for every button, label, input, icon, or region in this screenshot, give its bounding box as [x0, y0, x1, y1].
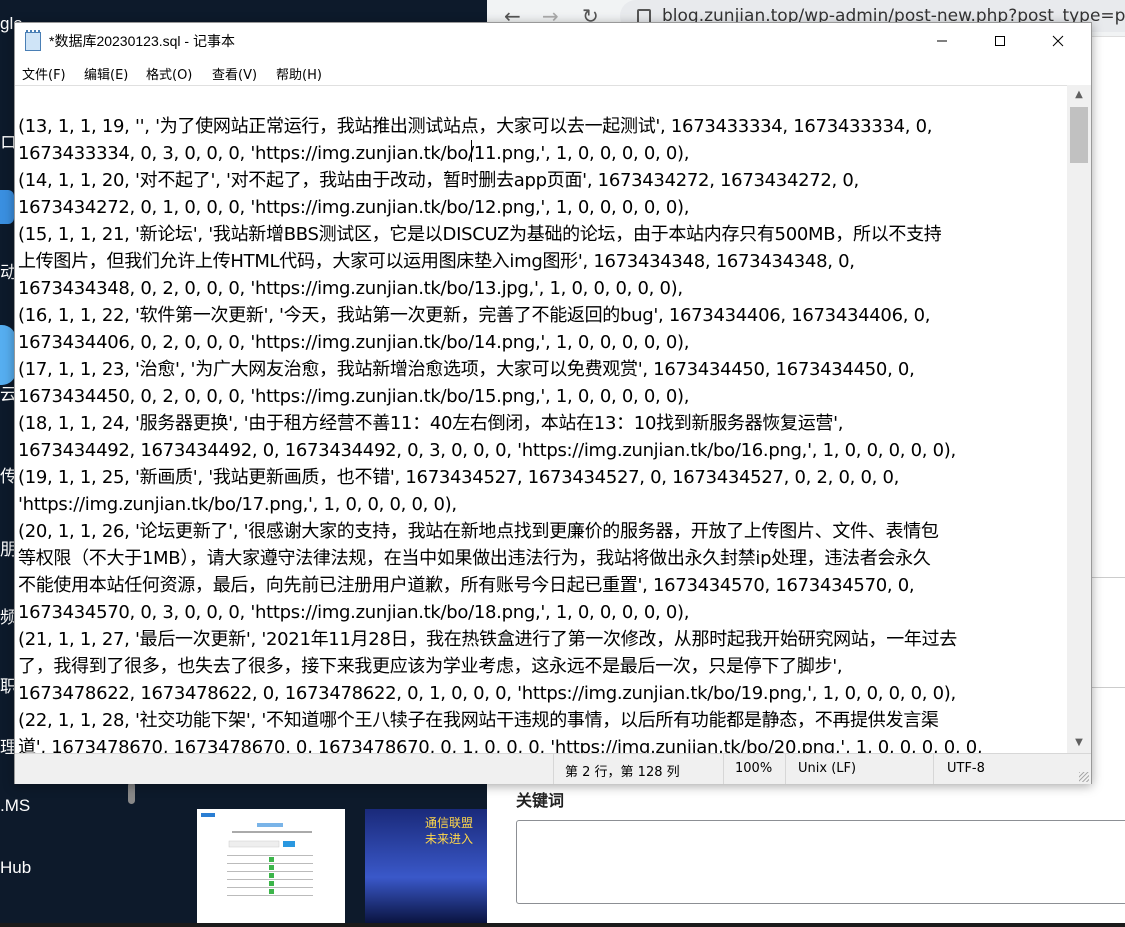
text-caret: [471, 140, 472, 162]
desktop-label[interactable]: .MS: [0, 796, 30, 816]
editor-line: (15, 1, 1, 21, '新论坛', '我站新增BBS测试区，它是以DIS…: [18, 224, 942, 245]
desktop-label[interactable]: Hub: [0, 858, 31, 878]
minimize-icon: [937, 40, 947, 42]
line-ending: Unix (LF): [798, 761, 857, 776]
keywords-input[interactable]: [516, 820, 1125, 904]
editor-line: 不能使用本站任何资源，最后，向先前已注册用户道歉，所有账号今日起已重置', 16…: [18, 575, 915, 596]
desktop-scroll-handle[interactable]: [128, 782, 135, 804]
editor-line: 了，我得到了很多，也失去了很多，接下来我更应该为学业考虑，这永远不是最后一次，只…: [18, 656, 843, 677]
editor-line: 1673478622, 1673478622, 0, 1673478622, 0…: [18, 683, 956, 704]
notepad-app-icon[interactable]: [25, 30, 41, 51]
divider: [1090, 687, 1125, 688]
text-editor[interactable]: (13, 1, 1, 19, '', '为了使网站正常运行，我站推出测试站点，大…: [15, 85, 1067, 754]
window-title: *数据库20230123.sql - 记事本: [49, 33, 235, 49]
editor-text: (13, 1, 1, 19, '', '为了使网站正常运行，我站推出测试站点，大…: [18, 113, 1067, 754]
desktop-thumbnail[interactable]: [197, 809, 345, 923]
editor-line: (13, 1, 1, 19, '', '为了使网站正常运行，我站推出测试站点，大…: [18, 116, 933, 137]
editor-line: (19, 1, 1, 25, '新画质', '我站更新画质，也不错', 1673…: [18, 467, 900, 488]
menu-bar: 文件(F) 编辑(E) 格式(O) 查看(V) 帮助(H): [15, 59, 1091, 85]
status-divider: [785, 754, 786, 784]
resize-grip-icon[interactable]: [1079, 772, 1089, 782]
editor-line: (14, 1, 1, 20, '对不起了', '对不起了，我站由于改动，暂时删去…: [18, 170, 859, 191]
maximize-button[interactable]: [971, 23, 1029, 59]
keywords-label: 关键词: [516, 791, 565, 810]
status-divider: [933, 754, 934, 784]
editor-line: (21, 1, 1, 27, '最后一次更新', '2021年11月28日，我在…: [18, 629, 958, 650]
editor-line: 等权限（不大于1MB），请大家遵守法律法规，在当中如果做出违法行为，我站将做出永…: [18, 548, 931, 569]
editor-line: 道', 1673478670, 1673478670, 0, 167347867…: [18, 737, 983, 754]
status-bar: 第 2 行，第 128 列 100% Unix (LF) UTF-8: [15, 753, 1091, 784]
divider: [1090, 577, 1125, 578]
close-button[interactable]: [1029, 23, 1087, 59]
editor-line: 1673434406, 0, 2, 0, 0, 0, 'https://img.…: [18, 332, 690, 353]
status-divider: [723, 754, 724, 784]
editor-line: 1673434492, 1673434492, 0, 1673434492, 0…: [18, 440, 956, 461]
editor-line: 1673434272, 0, 1, 0, 0, 0, 'https://img.…: [18, 197, 690, 218]
desktop-app-icon[interactable]: [0, 190, 14, 224]
scrollbar-thumb[interactable]: [1070, 107, 1088, 163]
editor-line: (16, 1, 1, 22, '软件第一次更新', '今天，我站第一次更新，完善…: [18, 305, 931, 326]
encoding: UTF-8: [947, 761, 985, 776]
editor-line: 上传图片，但我们允许上传HTML代码，大家可以运用图床垫入img图形', 167…: [18, 251, 855, 272]
menu-edit[interactable]: 编辑(E): [84, 64, 128, 83]
editor-line: 1673434570, 0, 3, 0, 0, 0, 'https://img.…: [18, 602, 690, 623]
cursor-position: 第 2 行，第 128 列: [565, 765, 680, 780]
editor-line: (17, 1, 1, 23, '治愈', '为广大网友治愈，我站新增治愈选项，大…: [18, 359, 915, 380]
scroll-down-icon[interactable]: ▼: [1067, 733, 1091, 753]
editor-line: 'https://img.zunjian.tk/bo/17.png,', 1, …: [18, 494, 457, 515]
editor-line: (22, 1, 1, 28, '社交功能下架', '不知道哪个王八犊子在我网站干…: [18, 710, 939, 731]
thumbnail-preview-graphic: [201, 813, 313, 896]
menu-help[interactable]: 帮助(H): [276, 64, 322, 83]
menu-file[interactable]: 文件(F): [22, 64, 66, 83]
vertical-scrollbar[interactable]: ▲ ▼: [1067, 85, 1091, 753]
maximize-icon: [995, 36, 1005, 46]
close-icon: [1052, 35, 1064, 47]
thumbnail-caption: 通信联盟 未来进入: [425, 816, 474, 846]
editor-line: 1673433334, 0, 3, 0, 0, 0, 'https://img.…: [18, 143, 690, 164]
title-bar[interactable]: *数据库20230123.sql - 记事本: [15, 23, 1091, 59]
editor-line: 1673434348, 0, 2, 0, 0, 0, 'https://img.…: [18, 278, 683, 299]
scroll-up-icon[interactable]: ▲: [1067, 85, 1091, 105]
editor-line: (20, 1, 1, 26, '论坛更新了', '很感谢大家的支持，我站在新地点…: [18, 521, 939, 542]
zoom-level: 100%: [735, 761, 773, 776]
menu-view[interactable]: 查看(V): [212, 64, 257, 83]
editor-line: 1673434450, 0, 2, 0, 0, 0, 'https://img.…: [18, 386, 690, 407]
notepad-window: *数据库20230123.sql - 记事本 文件(F) 编辑(E) 格式(O)…: [14, 22, 1092, 784]
editor-line: (18, 1, 1, 24, '服务器更换', '由于租方经营不善11：40左右…: [18, 413, 844, 434]
status-divider: [553, 754, 554, 784]
minimize-button[interactable]: [913, 23, 971, 59]
menu-format[interactable]: 格式(O): [146, 64, 192, 83]
